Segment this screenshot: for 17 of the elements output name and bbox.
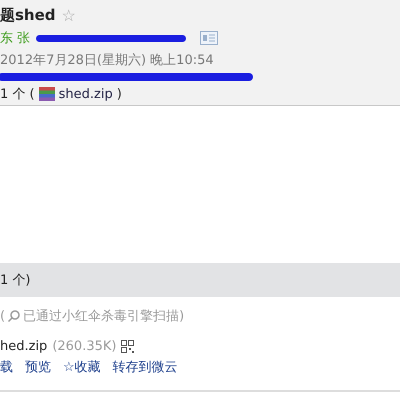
file-name[interactable]: hed.zip — [0, 339, 48, 354]
attachment-link[interactable]: shed.zip — [58, 86, 113, 102]
scan-note: 已通过小红伞杀毒引擎扫描) — [23, 308, 184, 325]
attachment-count: 1 个) — [0, 272, 30, 289]
sent-date: 2012年7月28日(星期六) 晚上10:54 — [0, 52, 215, 69]
attachment-action-link[interactable]: 载 — [0, 358, 13, 376]
email-subject: 题shed — [0, 6, 56, 25]
attachment-count: 1 个 ( — [0, 86, 35, 103]
attachment-action-link[interactable]: ☆收藏 — [63, 358, 101, 376]
scan-note: ( — [0, 308, 6, 324]
attachment-action-link[interactable]: 转存到微云 — [112, 358, 178, 376]
archive-icon — [38, 87, 55, 101]
closing-paren: ) — [116, 86, 122, 102]
file-size: (260.35K) — [52, 339, 116, 354]
qr-code-icon[interactable] — [121, 340, 134, 353]
search-icon — [7, 309, 22, 323]
attachment-action-link[interactable]: 预览 — [25, 358, 51, 376]
